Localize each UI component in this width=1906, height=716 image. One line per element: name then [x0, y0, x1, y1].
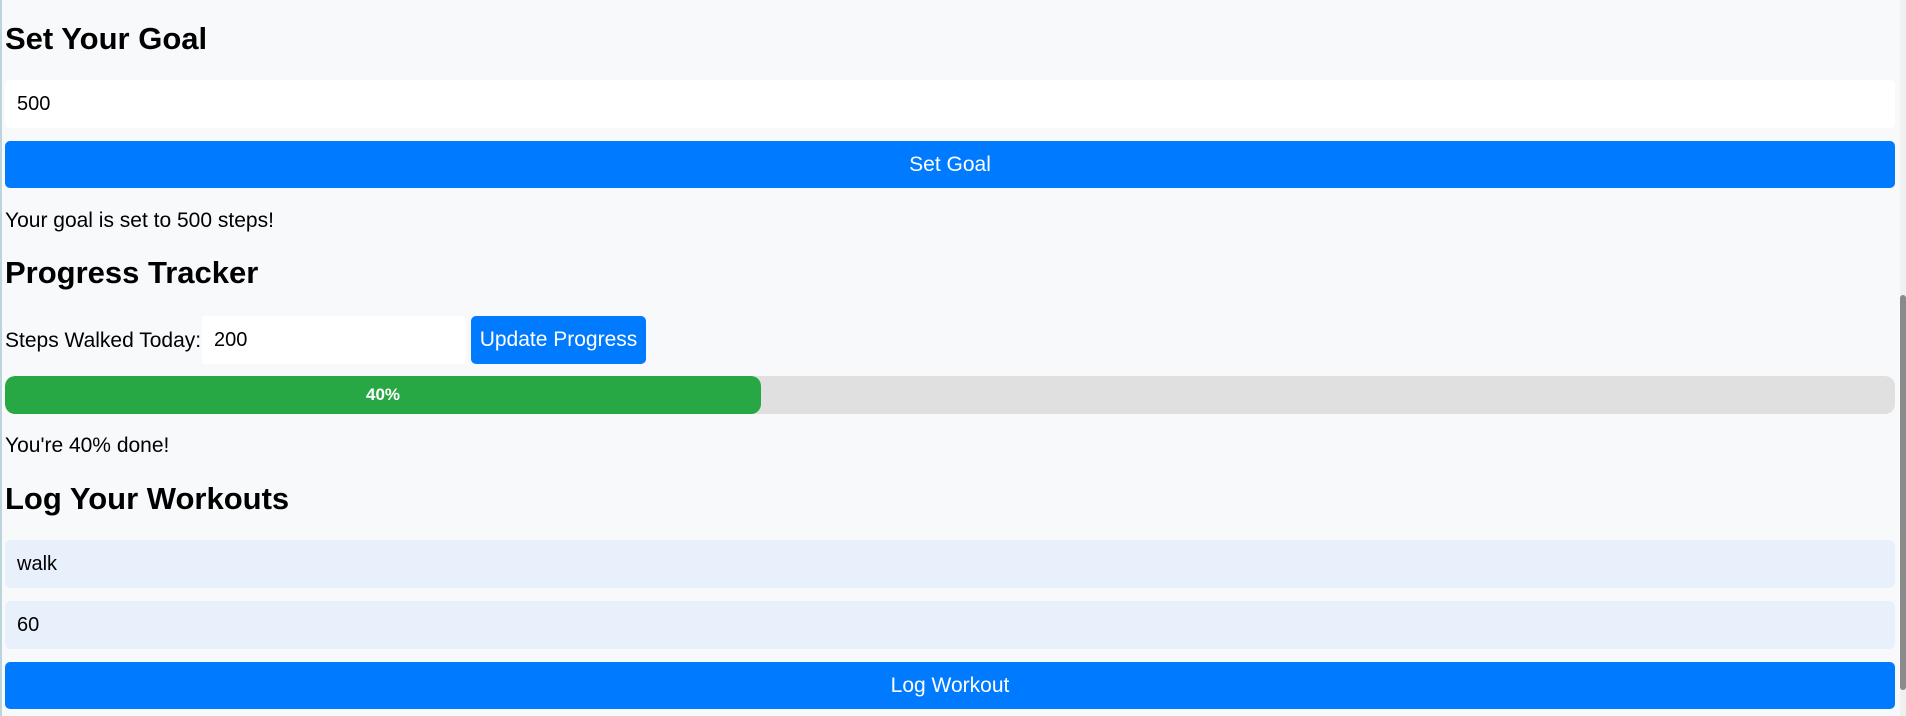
scrollbar-thumb[interactable]	[1900, 295, 1906, 690]
steps-input[interactable]	[202, 316, 466, 364]
workouts-heading: Log Your Workouts	[5, 481, 290, 516]
workout-duration-input[interactable]	[5, 601, 1895, 649]
goal-heading: Set Your Goal	[5, 21, 208, 56]
workout-type-input[interactable]	[5, 540, 1895, 588]
goal-input[interactable]	[5, 80, 1895, 128]
progress-message: You're 40% done!	[5, 434, 170, 457]
goal-message: Your goal is set to 500 steps!	[5, 209, 274, 232]
progress-heading: Progress Tracker	[5, 255, 259, 290]
update-progress-button[interactable]: Update Progress	[471, 316, 646, 364]
steps-label: Steps Walked Today:	[5, 329, 202, 352]
set-goal-button[interactable]: Set Goal	[5, 141, 1895, 188]
progress-bar-fill: 40%	[5, 376, 761, 414]
window-edge	[0, 0, 2, 716]
log-workout-button[interactable]: Log Workout	[5, 662, 1895, 709]
progress-bar: 40%	[5, 376, 1895, 414]
